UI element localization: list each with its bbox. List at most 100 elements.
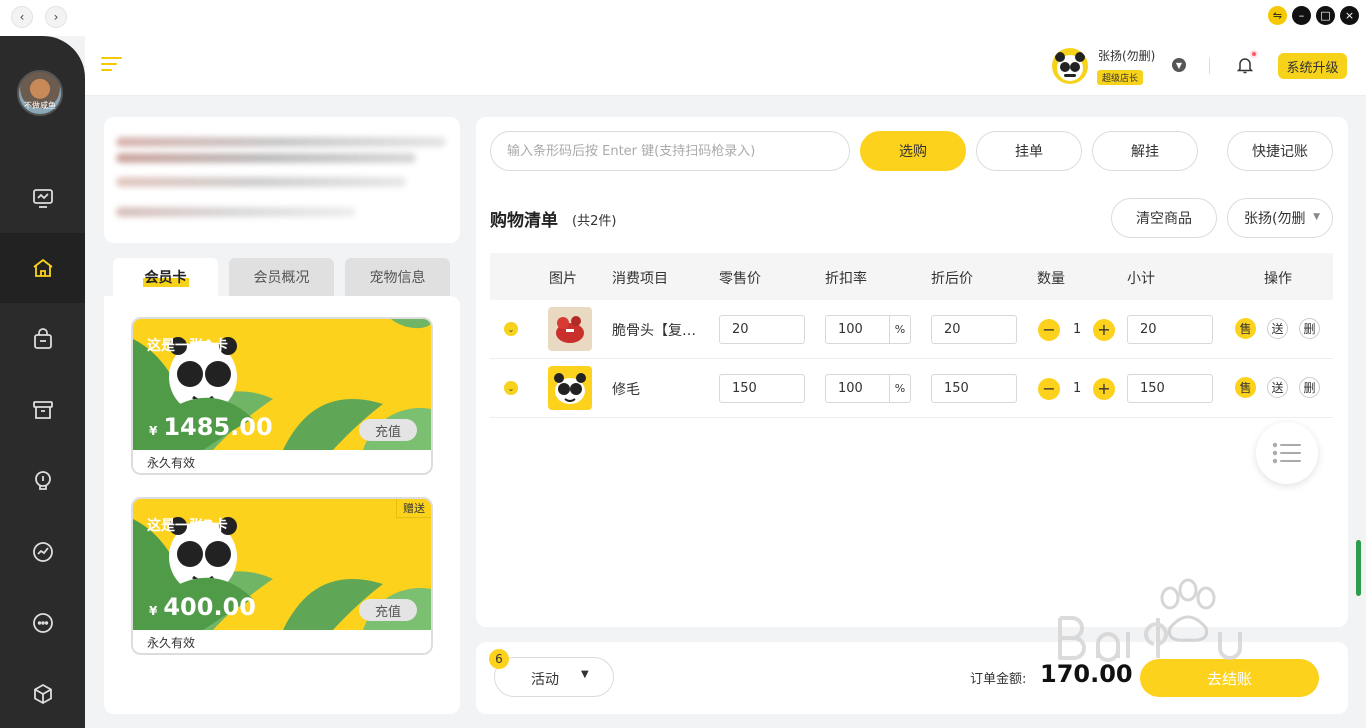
user-role-badge: 超级店长 (1097, 70, 1144, 85)
menu-icon[interactable] (101, 56, 123, 72)
quantity-value: 1 (1073, 322, 1082, 337)
card-balance: ¥400.00 (149, 593, 256, 621)
chat-icon (32, 613, 53, 633)
gift-button[interactable]: 送 (1267, 318, 1288, 339)
list-icon (1272, 442, 1301, 464)
chevron-left-icon: ‹ (19, 10, 25, 24)
bell-icon[interactable] (1237, 56, 1253, 74)
blurred-info-line (116, 137, 446, 147)
minimize-button[interactable]: – (1292, 6, 1311, 25)
discount-rate-input[interactable]: 100% (825, 374, 911, 403)
bag-icon (33, 328, 52, 349)
quantity-increase-button[interactable]: + (1093, 378, 1115, 400)
staff-select[interactable]: 张扬(勿删 ▼ (1227, 198, 1333, 238)
row-expand-toggle[interactable]: ⌄ (504, 381, 518, 395)
shopping-list-title: 购物清单 (490, 211, 558, 231)
shopping-list-count: (共2件) (572, 214, 617, 229)
unhold-order-button[interactable]: 解挂 (1092, 131, 1198, 171)
tab-member-overview[interactable]: 会员概况 (229, 258, 334, 296)
staff-select-value: 张扬(勿删 (1244, 211, 1306, 227)
floating-list-button[interactable] (1256, 422, 1318, 484)
card-title: 这是一张B卡 (147, 518, 228, 534)
column-header: 零售价 (719, 271, 761, 287)
order-amount-value: 170.00 (1040, 660, 1133, 688)
card-validity: 永久有效 (133, 450, 431, 473)
activity-select[interactable]: 活动 ▼ (494, 657, 614, 697)
monitor-icon (32, 189, 53, 208)
sidebar-item-apps[interactable] (0, 659, 85, 728)
hold-order-button[interactable]: 挂单 (976, 131, 1082, 171)
table-header: 图片 消费项目 零售价 折扣率 折后价 数量 小计 操作 (490, 253, 1333, 300)
card-balance: ¥1485.00 (149, 413, 273, 441)
subtotal-input[interactable]: 20 (1127, 315, 1213, 344)
user-menu-toggle[interactable]: ▼ (1172, 58, 1186, 72)
activity-count-badge: 6 (489, 649, 509, 669)
recharge-button[interactable]: 充值 (359, 419, 417, 441)
bone-toy-image (556, 316, 584, 343)
chart-icon (32, 542, 53, 562)
tab-pet-info[interactable]: 宠物信息 (345, 258, 450, 296)
back-button[interactable]: ‹ (11, 6, 33, 28)
discount-value: 100 (838, 322, 863, 337)
discounted-price-input[interactable]: 20 (931, 315, 1017, 344)
cube-icon (33, 683, 52, 705)
user-avatar[interactable] (1052, 48, 1088, 84)
clear-goods-button[interactable]: 清空商品 (1111, 198, 1217, 238)
sell-button[interactable]: 售 (1235, 318, 1256, 339)
product-name: 修毛 (612, 382, 640, 398)
delete-button[interactable]: 删 (1299, 377, 1320, 398)
upgrade-button[interactable]: 系统升级 (1278, 53, 1347, 79)
percent-suffix: % (889, 315, 910, 344)
chevron-down-icon: ▼ (1175, 60, 1183, 70)
quantity-value: 1 (1073, 381, 1082, 396)
quantity-increase-button[interactable]: + (1093, 319, 1115, 341)
recharge-button[interactable]: 充值 (359, 599, 417, 621)
scrollbar-thumb[interactable] (1356, 540, 1361, 596)
member-card[interactable]: 这是一张B卡 ¥400.00 充值 赠送 永久有效 (131, 497, 433, 655)
delete-button[interactable]: 删 (1299, 318, 1320, 339)
sidebar-item-marketing[interactable] (0, 446, 85, 516)
panda-image (554, 373, 586, 404)
card-artwork: 这是一张B卡 ¥400.00 充值 赠送 (133, 499, 431, 630)
top-header: 张扬(勿删) 超级店长 ▼ 系统升级 (85, 36, 1366, 96)
activity-label: 活动 (531, 672, 559, 688)
sidebar-item-reports[interactable] (0, 517, 85, 587)
select-goods-button[interactable]: 选购 (860, 131, 966, 171)
subtotal-input[interactable]: 150 (1127, 374, 1213, 403)
barcode-input[interactable] (490, 131, 850, 171)
column-header: 操作 (1264, 271, 1292, 287)
discount-rate-input[interactable]: 100% (825, 315, 911, 344)
sidebar-item-goods[interactable] (0, 304, 85, 374)
tab-label: 会员卡 (142, 267, 189, 287)
quick-bookkeeping-button[interactable]: 快捷记账 (1227, 131, 1333, 171)
table-row: ⌄ 修毛 150 100% 150 − 1 + 150 售 送 删 (490, 359, 1333, 418)
member-card[interactable]: 这是一张A卡 ¥1485.00 充值 永久有效 (131, 317, 433, 475)
close-icon: × (1344, 9, 1355, 22)
quantity-decrease-button[interactable]: − (1038, 378, 1060, 400)
tab-label: 宠物信息 (369, 270, 426, 286)
checkout-button[interactable]: 去结账 (1140, 659, 1319, 697)
sidebar-item-stock[interactable] (0, 375, 85, 445)
card-amount: 1485.00 (163, 413, 273, 441)
member-info-card (104, 117, 460, 243)
retail-price-input[interactable]: 150 (719, 374, 805, 403)
product-image (548, 307, 592, 351)
switch-window-button[interactable]: ⇋ (1268, 6, 1287, 25)
tab-member-card[interactable]: 会员卡 (113, 258, 218, 296)
minimize-icon: – (1298, 9, 1305, 22)
retail-price-input[interactable]: 20 (719, 315, 805, 344)
store-avatar[interactable]: 不做咸鱼 (17, 70, 63, 116)
discounted-price-input[interactable]: 150 (931, 374, 1017, 403)
sidebar-item-dashboard[interactable] (0, 163, 85, 233)
forward-button[interactable]: › (45, 6, 67, 28)
maximize-button[interactable]: □ (1316, 6, 1335, 25)
row-expand-toggle[interactable]: ⌄ (504, 322, 518, 336)
column-header: 折扣率 (825, 271, 867, 287)
sidebar-item-store[interactable] (0, 233, 85, 303)
quantity-decrease-button[interactable]: − (1038, 319, 1060, 341)
gift-badge: 赠送 (396, 499, 431, 518)
gift-button[interactable]: 送 (1267, 377, 1288, 398)
sell-button[interactable]: 售 (1235, 377, 1256, 398)
sidebar-item-messages[interactable] (0, 588, 85, 658)
close-button[interactable]: × (1340, 6, 1359, 25)
